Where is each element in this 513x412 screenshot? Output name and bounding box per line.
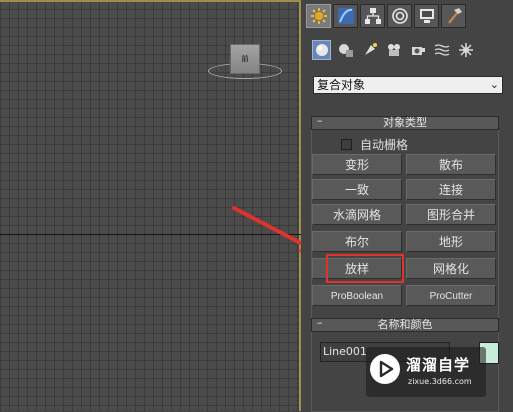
loft-highlight-annotation [326, 254, 404, 283]
cameras-icon [387, 44, 400, 56]
create-subcategory-bar [312, 40, 475, 62]
create-sun-icon [310, 8, 327, 24]
systems-button[interactable] [456, 40, 475, 60]
blobmesh-button[interactable]: 水滴网格 [312, 204, 402, 225]
autogrid-checkbox[interactable] [341, 139, 352, 150]
geometry-icon [315, 44, 328, 56]
lights-button[interactable] [360, 40, 379, 60]
mesher-button[interactable]: 网格化 [406, 258, 496, 279]
name-color-title: 名称和颜色 [377, 318, 433, 331]
shapes-icon [338, 44, 353, 57]
spacewarps-icon [434, 44, 449, 56]
autogrid-label: 自动栅格 [360, 138, 409, 152]
proboolean-button[interactable]: ProBoolean [312, 285, 402, 306]
tab-create[interactable] [306, 4, 331, 28]
display-monitor-icon [419, 9, 434, 23]
collapse-icon: – [317, 316, 323, 329]
cameras-button[interactable] [384, 40, 403, 60]
object-type-rollout-header[interactable]: – 对象类型 [311, 114, 499, 130]
helpers-icon [411, 47, 425, 55]
systems-icon [458, 43, 473, 57]
scatter-button[interactable]: 散布 [406, 154, 496, 175]
helpers-button[interactable] [408, 40, 427, 60]
morph-button[interactable]: 变形 [312, 154, 402, 175]
conform-button[interactable]: 一致 [312, 179, 402, 200]
collapse-icon: – [317, 114, 323, 127]
viewport-front[interactable]: 前 [0, 0, 301, 411]
tab-modify[interactable] [333, 4, 358, 28]
shapemerge-button[interactable]: 图形合并 [406, 204, 496, 225]
connect-button[interactable]: 连接 [406, 179, 496, 200]
viewport-active-border [0, 0, 301, 2]
tab-display[interactable] [414, 4, 439, 28]
watermark: 溜溜自学 zixue.3d66.com [366, 347, 486, 397]
viewcube[interactable]: 前 [230, 44, 260, 74]
terrain-button[interactable]: 地形 [406, 231, 496, 252]
command-panel-tabs [306, 4, 466, 32]
watermark-url: zixue.3d66.com [408, 377, 472, 386]
autogrid-option[interactable]: 自动栅格 [341, 136, 408, 153]
modify-curve-icon [337, 8, 354, 24]
tab-hierarchy[interactable] [360, 4, 385, 28]
motion-icon [391, 8, 408, 24]
spacewarps-button[interactable] [432, 40, 451, 60]
play-logo-icon [370, 354, 400, 384]
shapes-button[interactable] [336, 40, 355, 60]
red-arrow-annotation-icon [232, 206, 301, 253]
category-dropdown-value: 复合对象 [317, 78, 366, 92]
boolean-button[interactable]: 布尔 [312, 231, 402, 252]
name-color-rollout-header[interactable]: – 名称和颜色 [311, 316, 499, 332]
category-dropdown[interactable]: 复合对象 ⌄ [313, 76, 503, 94]
procutter-button[interactable]: ProCutter [406, 285, 496, 306]
viewcube-face-label: 前 [241, 55, 249, 63]
tab-utilities[interactable] [441, 4, 466, 28]
hammer-icon [447, 8, 462, 24]
geometry-button[interactable] [312, 40, 331, 60]
hierarchy-icon [364, 8, 381, 24]
object-type-title: 对象类型 [383, 116, 427, 129]
lights-icon [364, 43, 377, 55]
watermark-title: 溜溜自学 [406, 356, 471, 374]
tab-motion[interactable] [387, 4, 412, 28]
chevron-down-icon: ⌄ [489, 78, 499, 91]
